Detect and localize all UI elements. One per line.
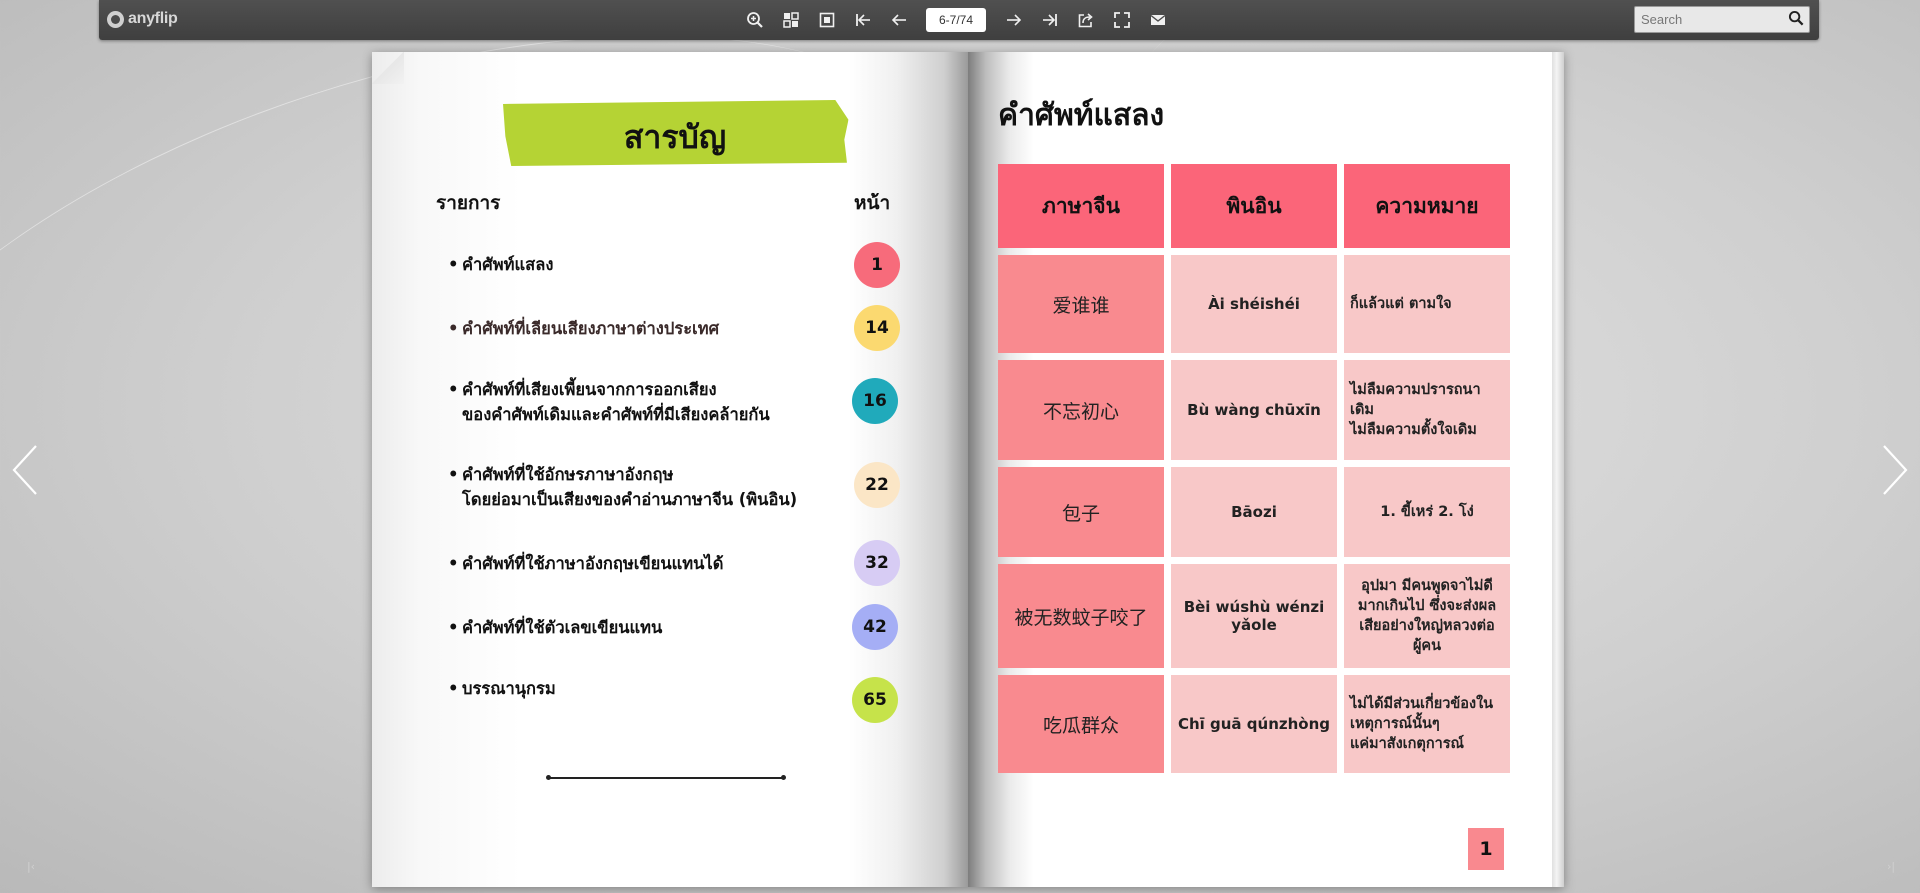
bullet: • [448,679,459,698]
page-fold-corner[interactable] [372,52,404,84]
page-stack-edge [1552,52,1564,887]
search-input[interactable] [1641,9,1781,29]
toc-item-label: บรรณานุกรม [462,679,556,698]
table-cell-chinese: 被无数蚊子咬了 [998,564,1164,668]
table-cell-pinyin: Chī guā qúnzhòng [1171,675,1337,773]
previous-page-icon [891,14,906,26]
previous-page-arrow[interactable] [8,440,42,500]
toc-item[interactable]: • คำศัพท์ที่ใช้ตัวเลขเขียนแทน [448,615,663,640]
zoom-in-button[interactable] [745,10,765,30]
table-cell-meaning: อุปมา มีคนพูดจาไม่ดี มากเกินไป ซึ่งจะส่ง… [1344,564,1510,668]
table-cell-pinyin: Ài shéishéi [1171,255,1337,353]
toc-page-badge: 14 [854,305,900,351]
last-page-icon [1043,14,1057,26]
table-cell-meaning: ไม่ได้มีส่วนเกี่ยวข้องใน เหตุการณ์นั้นๆ … [1344,675,1510,773]
table-cell-meaning: 1. ขี้เหร่ 2. โง่ [1344,467,1510,557]
table-cell-pinyin: Bāozi [1171,467,1337,557]
search-button[interactable] [1788,10,1807,29]
chevron-left-icon [12,445,37,495]
toc-item-label: คำศัพท์ที่เลียนเสียงภาษาต่างประเทศ [462,319,720,338]
email-button[interactable] [1148,10,1168,30]
fullscreen-button[interactable] [1112,10,1132,30]
table-cell-chinese: 包子 [998,467,1164,557]
share-button[interactable] [1076,10,1096,30]
flipbook: สารบัญ รายการ หน้า • คำศัพท์แสลง 1 • คำศัพ… [372,52,1564,887]
left-page[interactable]: สารบัญ รายการ หน้า • คำศัพท์แสลง 1 • คำศัพ… [372,52,968,887]
logo-icon [107,10,124,28]
toc-item-label-line2: ของคำศัพท์เดิมและคำศัพท์ที่มีเสียงคล้ายก… [462,405,770,424]
table-cell-meaning: ก็แล้วแต่ ตามใจ [1344,255,1510,353]
toc-item-label: คำศัพท์แสลง [462,255,554,274]
single-page-icon [819,12,835,28]
right-page[interactable]: คำศัพท์แสลง ภาษาจีน พินอิน ความหมาย 爱谁谁 … [968,52,1564,887]
toc-page-badge: 22 [854,462,900,508]
logo-text: anyflip [128,10,178,27]
table-cell-pinyin: Bù wàng chūxīn [1171,360,1337,460]
bullet: • [448,618,459,637]
bullet: • [448,465,459,484]
toc-header-page: หน้า [854,192,891,214]
thumbnails-icon [783,12,799,28]
last-page-corner-icon[interactable]: ›| [1884,860,1898,874]
single-page-button[interactable] [817,10,837,30]
toc-item[interactable]: • คำศัพท์แสลง [448,252,554,277]
next-page-icon [1007,14,1022,26]
toc-item-label: คำศัพท์ที่เสียงเพี้ยนจากการออกเสียง [462,380,717,399]
share-icon [1078,13,1093,28]
previous-page-button[interactable] [889,10,909,30]
table-cell-pinyin: Bèi wúshù wénzi yǎole [1171,564,1337,668]
toc-item-label-line2: โดยย่อมาเป็นเสียงของคำอ่านภาษาจีน (พินอิ… [462,490,798,509]
thumbnails-button[interactable] [781,10,801,30]
zoom-in-icon [747,12,763,28]
toc-item-label: คำศัพท์ที่ใช้ภาษาอังกฤษเขียนแทนได้ [462,554,724,573]
toc-item-label: คำศัพท์ที่ใช้อักษรภาษาอังกฤษ [462,465,674,484]
table-cell-chinese: 爱谁谁 [998,255,1164,353]
fullscreen-icon [1114,12,1130,28]
last-page-button[interactable] [1040,10,1060,30]
bullet: • [448,554,459,573]
next-page-button[interactable] [1004,10,1024,30]
table-cell-chinese: 吃瓜群众 [998,675,1164,773]
anyflip-logo[interactable]: anyflip [107,8,178,30]
toc-item[interactable]: • คำศัพท์ที่เลียนเสียงภาษาต่างประเทศ [448,316,720,341]
first-page-corner-icon[interactable]: |‹ [24,860,38,874]
first-page-icon [856,14,870,26]
toc-page-badge: 42 [852,604,898,650]
toc-header-items: รายการ [436,192,501,214]
table-header-chinese: ภาษาจีน [998,164,1164,248]
table-header-pinyin: พินอิน [1171,164,1337,248]
toc-page-badge: 16 [852,378,898,424]
next-page-arrow[interactable] [1878,440,1912,500]
chevron-right-icon [1883,445,1908,495]
toc-item[interactable]: • บรรณานุกรม [448,676,556,701]
email-icon [1150,14,1166,25]
toc-item-label: คำศัพท์ที่ใช้ตัวเลขเขียนแทน [462,618,663,637]
bullet: • [448,255,459,274]
toc-item[interactable]: • คำศัพท์ที่ใช้ภาษาอังกฤษเขียนแทนได้ [448,551,724,576]
table-cell-chinese: 不忘初心 [998,360,1164,460]
first-page-button[interactable] [853,10,873,30]
table-cell-meaning: ไม่ลืมความปรารถนา เดิม ไม่ลืมความตั้งใจเ… [1344,360,1510,460]
table-header-meaning: ความหมาย [1344,164,1510,248]
bullet: • [448,319,459,338]
toc-item[interactable]: • คำศัพท์ที่ใช้อักษรภาษาอังกฤษโดยย่อมาเป็… [448,462,798,512]
toc-page-badge: 32 [854,540,900,586]
toc-page-badge: 65 [852,677,898,723]
toolbar: anyflip [99,0,1819,40]
page-number-input[interactable] [926,8,986,32]
page-title: คำศัพท์แสลง [998,98,1165,133]
search-box [1634,6,1810,33]
toc-item[interactable]: • คำศัพท์ที่เสียงเพี้ยนจากการออกเสียงของค… [448,377,770,427]
toc-page-badge: 1 [854,242,900,288]
decorative-divider [546,775,786,780]
page-number: 1 [1468,828,1504,870]
bullet: • [448,380,459,399]
search-icon [1788,10,1804,26]
toc-title: สารบัญ [623,118,727,156]
